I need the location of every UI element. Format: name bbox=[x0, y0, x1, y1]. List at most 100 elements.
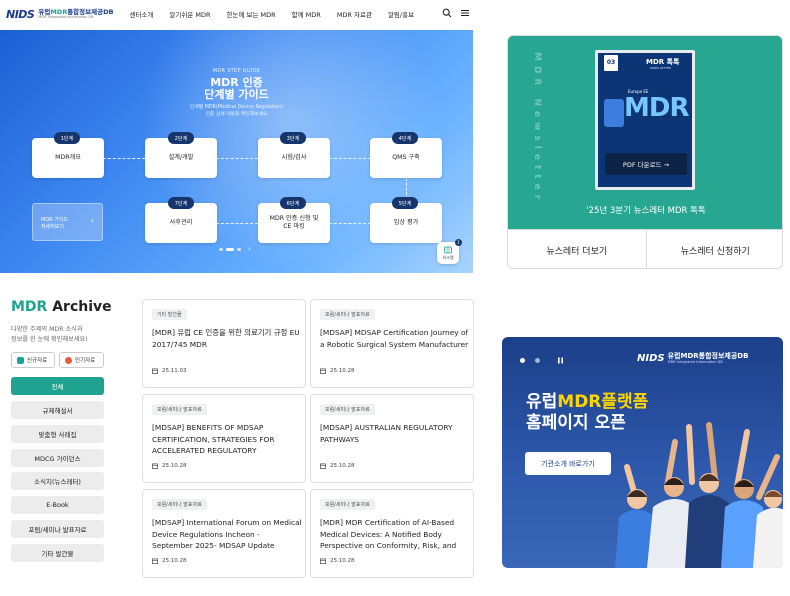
pager-dot[interactable] bbox=[237, 247, 241, 251]
newsletter-card: MDR Newsletter 03 MDR 톡톡 MDRS LETTER Eur… bbox=[507, 35, 783, 269]
step-2[interactable]: 설계/개발 bbox=[145, 138, 217, 178]
step-badge: 3단계 bbox=[280, 132, 306, 144]
calendar-icon bbox=[320, 463, 326, 469]
hero-title-line2: 단계별 가이드 bbox=[204, 88, 269, 101]
category-case-book[interactable]: 맞춤형 사례집 bbox=[11, 425, 104, 443]
archive-title: MDR Archive bbox=[11, 299, 112, 315]
category-all[interactable]: 전체 bbox=[11, 377, 104, 395]
workmap-button[interactable]: 워크맵 1 bbox=[437, 239, 462, 264]
card-date-text: 25.11.03 bbox=[162, 368, 187, 374]
archive-card[interactable]: 포럼/세미나 발표자료 [MDR] MDR Certification of A… bbox=[310, 489, 474, 578]
guide-label-line1: MDR 가이드 bbox=[41, 217, 69, 223]
chevron-right-icon: › bbox=[90, 216, 94, 225]
banner-logo: NIDS 유럽MDR통합정보제공DB MDR Integrated Inform… bbox=[637, 353, 748, 365]
card-title: [MDSAP] BENEFITS OF MDSAP CERTIFICATION,… bbox=[152, 423, 275, 455]
nav-center-intro[interactable]: 센터소개 bbox=[129, 9, 153, 19]
logo-mark: NIDS bbox=[6, 7, 35, 21]
card-title: [MDSAP] MDSAP Certification Journey of a… bbox=[320, 328, 469, 349]
magazine-big-text: MDR bbox=[624, 93, 689, 123]
calendar-icon bbox=[152, 368, 158, 374]
archive-title-rest: Archive bbox=[47, 299, 112, 315]
card-date: 25.10.28 bbox=[320, 463, 355, 469]
step-connector bbox=[216, 158, 258, 159]
tab-popular-materials[interactable]: 인기자료 bbox=[59, 352, 104, 368]
card-title: [MDR] MDR Certification of AI-Based Medi… bbox=[320, 518, 457, 550]
nav-mdr-overview[interactable]: 한눈에 보는 MDR bbox=[226, 9, 275, 19]
newsletter-more-button[interactable]: 뉴스레터 더보기 bbox=[508, 230, 646, 268]
banner-dot-active[interactable] bbox=[520, 358, 525, 363]
card-date: 25.10.28 bbox=[152, 558, 187, 564]
step-badge: 6단계 bbox=[280, 197, 306, 209]
hero-kicker: MDR STEP GUIDE bbox=[212, 68, 261, 74]
step-5[interactable]: 임상 평가 bbox=[370, 203, 442, 243]
pause-icon[interactable] bbox=[557, 357, 564, 364]
card-tag: 포럼/세미나 발표자료 bbox=[320, 404, 375, 415]
mdr-guide-detail-button[interactable]: MDR 가이드 자세히보기 › bbox=[32, 203, 103, 241]
pager-dot-active[interactable] bbox=[226, 247, 234, 251]
category-newsletter[interactable]: 소식지(뉴스레터) bbox=[11, 472, 104, 490]
category-regulation-guide[interactable]: 규제해설서 bbox=[11, 401, 104, 419]
main-nav: 센터소개 알기쉬운 MDR 한눈에 보는 MDR 함께 MDR MDR 자료관 … bbox=[129, 9, 430, 19]
newsletter-cover-area: MDR Newsletter 03 MDR 톡톡 MDRS LETTER Eur… bbox=[508, 36, 782, 229]
hero-desc-line1: 단계별 MDR(Medical Device Regulation) bbox=[189, 105, 284, 110]
step-7[interactable]: 사후관리 bbox=[145, 203, 217, 243]
archive-card[interactable]: 포럼/세미나 발표자료 [MDSAP] MDSAP Certification … bbox=[310, 299, 474, 388]
step-badge: 7단계 bbox=[168, 197, 194, 209]
menu-icon[interactable] bbox=[460, 8, 470, 18]
calendar-icon bbox=[152, 558, 158, 564]
pager-dot[interactable] bbox=[219, 247, 223, 251]
search-icon[interactable] bbox=[442, 8, 452, 18]
step-4[interactable]: QMS 구축 bbox=[370, 138, 442, 178]
new-icon bbox=[17, 357, 24, 364]
site-logo[interactable]: NIDS 유럽MDR통합정보제공DB MDR Integrated Inform… bbox=[6, 8, 113, 21]
card-date-text: 25.10.28 bbox=[330, 558, 355, 564]
calendar-icon bbox=[152, 463, 158, 469]
nav-easy-mdr[interactable]: 알기쉬운 MDR bbox=[169, 9, 210, 19]
tab-new-materials[interactable]: 신규자료 bbox=[11, 352, 55, 368]
step-label: 시험/검사 bbox=[281, 154, 307, 161]
card-date: 25.11.03 bbox=[152, 368, 187, 374]
step-label: QMS 구축 bbox=[392, 154, 420, 161]
tab-label: 인기자료 bbox=[75, 358, 96, 364]
step-label: MDR개요 bbox=[55, 154, 81, 161]
banner-logo-mark: NIDS bbox=[637, 353, 665, 365]
people-illustration bbox=[615, 422, 783, 568]
card-tag: 포럼/세미나 발표자료 bbox=[320, 499, 375, 510]
card-tag: 포럼/세미나 발표자료 bbox=[152, 499, 207, 510]
pager-next-icon[interactable]: › bbox=[248, 245, 251, 253]
pdf-download-button[interactable]: PDF 다운로드 → bbox=[605, 153, 687, 175]
magazine-illustration bbox=[604, 99, 624, 127]
category-other-publications[interactable]: 기타 발간물 bbox=[11, 544, 104, 562]
archive-card[interactable]: 포럼/세미나 발표자료 [MDSAP] AUSTRALIAN REGULATOR… bbox=[310, 394, 474, 483]
tab-label: 신규자료 bbox=[27, 358, 48, 364]
logo-subtitle: MDR Integrated Information DB bbox=[38, 15, 94, 19]
banner-dot[interactable] bbox=[535, 358, 540, 363]
nav-together-mdr[interactable]: 함께 MDR bbox=[292, 9, 321, 19]
card-title: [MDSAP] AUSTRALIAN REGULATORY PATHWAYS bbox=[320, 423, 453, 444]
nav-mdr-archive[interactable]: MDR 자료관 bbox=[337, 9, 372, 19]
archive-card[interactable]: 포럼/세미나 발표자료 [MDSAP] BENEFITS OF MDSAP CE… bbox=[142, 394, 306, 483]
step-label: MDR 인증 신청 및 CE 마킹 bbox=[269, 215, 319, 230]
step-3[interactable]: 시험/검사 bbox=[258, 138, 330, 178]
step-connector bbox=[216, 223, 258, 224]
magazine-header: 03 MDR 톡톡 MDRS LETTER bbox=[598, 53, 692, 75]
nav-notice[interactable]: 알림/홍보 bbox=[388, 9, 414, 19]
card-tag: 포럼/세미나 발표자료 bbox=[320, 309, 375, 320]
step-6[interactable]: MDR 인증 신청 및 CE 마킹 bbox=[258, 203, 330, 243]
category-ebook[interactable]: E-Book bbox=[11, 496, 104, 514]
card-date-text: 25.10.28 bbox=[162, 463, 187, 469]
archive-card[interactable]: 포럼/세미나 발표자료 [MDSAP] International Forum … bbox=[142, 489, 306, 578]
workmap-label: 워크맵 bbox=[442, 255, 454, 260]
newsletter-subscribe-button[interactable]: 뉴스레터 신청하기 bbox=[645, 230, 783, 268]
card-tag: 기타 발간물 bbox=[152, 309, 187, 320]
step-1[interactable]: MDR개요 bbox=[32, 138, 104, 178]
step-label: 사후관리 bbox=[169, 219, 193, 226]
category-forum-seminar[interactable]: 포럼/세미나 발표자료 bbox=[11, 520, 104, 538]
step-connector bbox=[329, 158, 371, 159]
category-mdcg-guidance[interactable]: MDCG 가이던스 bbox=[11, 449, 104, 467]
banner-headline-pre: 유럽 bbox=[526, 392, 558, 412]
magazine-number: 03 bbox=[604, 55, 618, 71]
archive-card[interactable]: 기타 발간물 [MDR] 유럽 CE 인증을 위한 의료기기 규정 EU 201… bbox=[142, 299, 306, 388]
archive-desc-line1: 다양한 주제의 MDR 소식과 bbox=[11, 326, 83, 333]
calendar-icon bbox=[320, 368, 326, 374]
